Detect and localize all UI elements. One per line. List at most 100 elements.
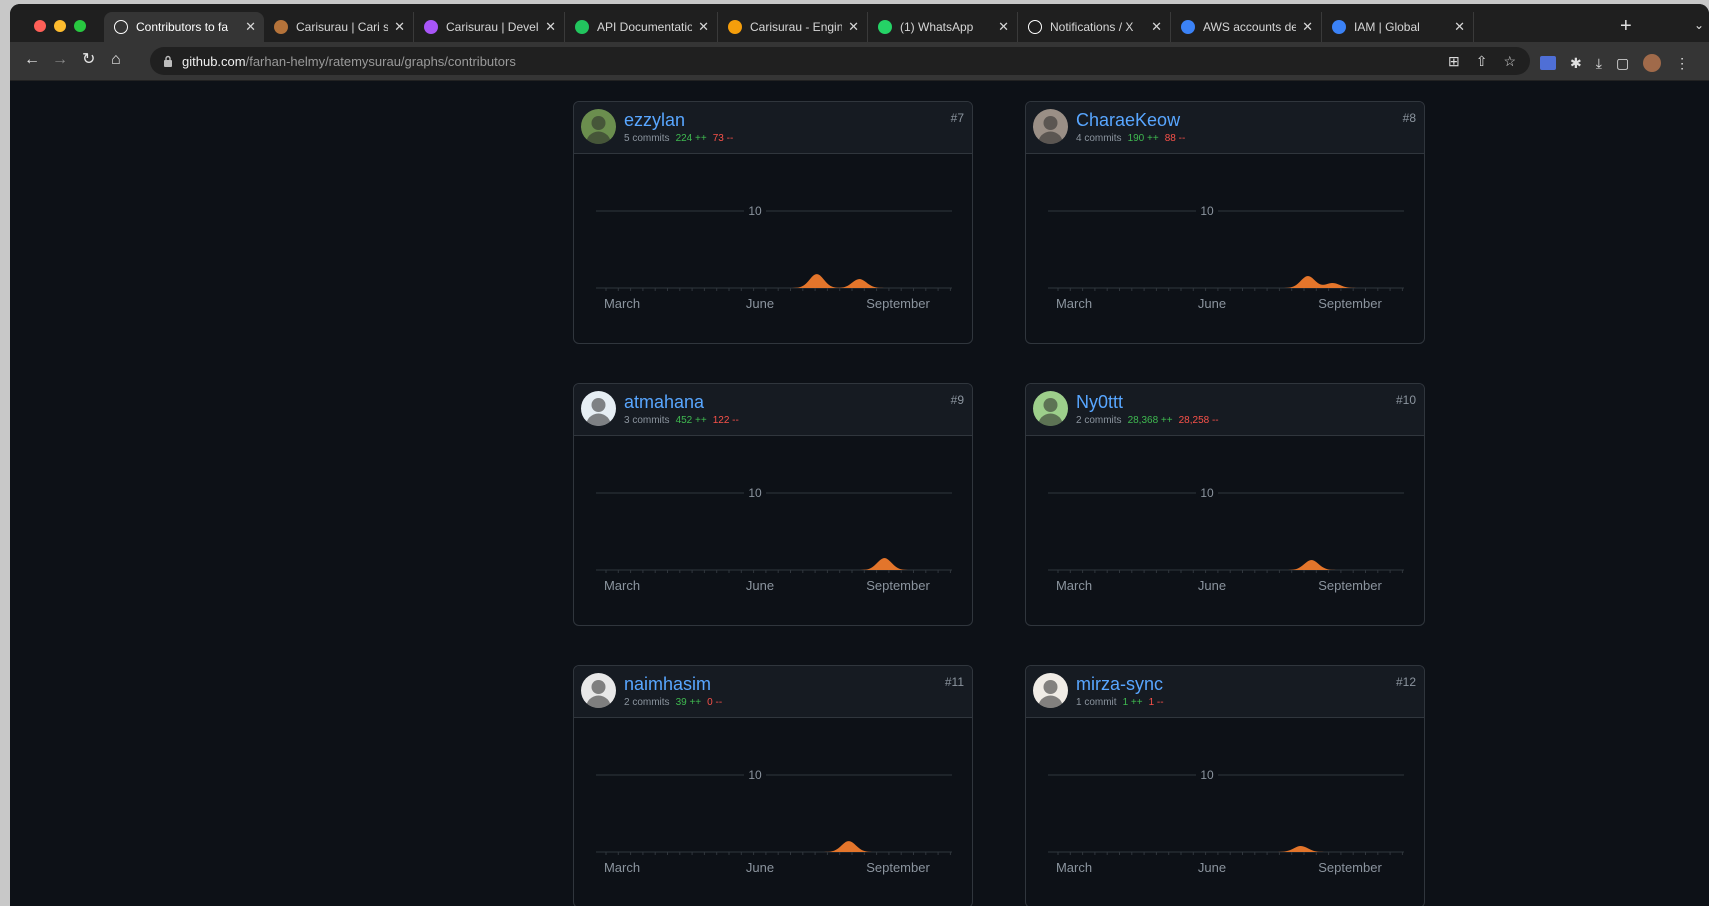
- tab-close-icon[interactable]: ✕: [698, 19, 709, 35]
- tab-title: AWS accounts de: [1203, 20, 1297, 34]
- contributor-username-link[interactable]: CharaeKeow: [1076, 110, 1180, 131]
- commit-activity-area: [1048, 276, 1404, 288]
- commit-count[interactable]: 2 commits: [624, 697, 670, 708]
- avatar[interactable]: [1033, 109, 1068, 144]
- x-axis-month-label: June: [746, 860, 774, 875]
- avatar[interactable]: [581, 109, 616, 144]
- side-panel-icon[interactable]: ▢: [1616, 55, 1629, 72]
- extensions-area: ✱ ⤓ ▢ ⋮: [1540, 54, 1689, 72]
- lock-icon: [162, 54, 174, 68]
- x-axis-month-label: March: [604, 860, 640, 875]
- avatar[interactable]: [581, 391, 616, 426]
- contributor-username-link[interactable]: naimhasim: [624, 674, 711, 695]
- deletions-count: 0 --: [707, 697, 723, 708]
- commit-count[interactable]: 2 commits: [1076, 415, 1122, 426]
- x-axis-month-label: March: [604, 578, 640, 593]
- commit-activity-area: [596, 274, 952, 288]
- tab-close-icon[interactable]: ✕: [1454, 19, 1465, 35]
- browser-tab[interactable]: IAM | Global ✕: [1322, 12, 1474, 42]
- contributor-username-link[interactable]: ezzylan: [624, 110, 685, 131]
- commit-activity-chart: 10 March June September: [596, 203, 952, 311]
- contributor-rank: #11: [944, 675, 964, 689]
- avatar[interactable]: [1033, 391, 1068, 426]
- x-axis-month-label: September: [1318, 860, 1382, 875]
- tab-title: Carisurau | Devel: [446, 20, 539, 34]
- install-app-icon[interactable]: ⊞: [1448, 53, 1460, 70]
- commit-count[interactable]: 1 commit: [1076, 697, 1117, 708]
- tab-close-icon[interactable]: ✕: [998, 19, 1009, 35]
- tab-close-icon[interactable]: ✕: [1151, 19, 1162, 35]
- deletions-count: 88 --: [1164, 133, 1186, 144]
- contributor-username-link[interactable]: Ny0ttt: [1076, 392, 1123, 413]
- browser-tab[interactable]: API Documentatio ✕: [565, 12, 718, 42]
- commit-activity-chart: 10 March June September: [596, 485, 952, 593]
- contributor-rank: #9: [950, 393, 964, 407]
- bookmark-star-icon[interactable]: ☆: [1503, 53, 1516, 70]
- browser-tab[interactable]: Contributors to fa ✕: [104, 12, 264, 42]
- contributor-rank: #7: [950, 111, 964, 125]
- contributor-card-header: ezzylan 5 commits 224 ++ 73 -- #7: [574, 102, 972, 154]
- zoom-window-button[interactable]: [74, 20, 86, 32]
- x-axis-month-label: September: [1318, 296, 1382, 311]
- avatar[interactable]: [581, 673, 616, 708]
- commit-activity-chart: 10 March June September: [1048, 485, 1404, 593]
- translate-extension-icon[interactable]: [1540, 56, 1556, 70]
- url-path: /farhan-helmy/ratemysurau/graphs/contrib…: [245, 53, 516, 69]
- tab-close-icon[interactable]: ✕: [848, 19, 859, 35]
- minimize-window-button[interactable]: [54, 20, 66, 32]
- commit-count[interactable]: 4 commits: [1076, 133, 1122, 144]
- forward-arrow-icon[interactable]: →: [52, 52, 68, 68]
- contributors-page: ezzylan 5 commits 224 ++ 73 -- #7 10 March June…: [10, 82, 1709, 906]
- share-icon[interactable]: ⇧: [1476, 53, 1488, 70]
- commit-count[interactable]: 3 commits: [624, 415, 670, 426]
- address-bar[interactable]: github.com/farhan-helmy/ratemysurau/grap…: [150, 47, 1530, 75]
- kebab-menu-icon[interactable]: ⋮: [1675, 55, 1689, 72]
- profile-avatar-icon[interactable]: [1643, 54, 1662, 72]
- close-window-button[interactable]: [34, 20, 46, 32]
- home-icon[interactable]: ⌂: [111, 52, 121, 68]
- contributor-card: mirza-sync 1 commit 1 ++ 1 -- #12 10 March June…: [1025, 665, 1425, 906]
- browser-tab[interactable]: Carisurau - Engin ✕: [718, 12, 868, 42]
- browser-tab[interactable]: AWS accounts de ✕: [1171, 12, 1322, 42]
- x-axis-month-label: September: [866, 296, 930, 311]
- x-axis-month-label: March: [1056, 860, 1092, 875]
- contributor-card-header: atmahana 3 commits 452 ++ 122 -- #9: [574, 384, 972, 436]
- avatar[interactable]: [1033, 673, 1068, 708]
- new-tab-button[interactable]: +: [1620, 16, 1632, 36]
- browser-tab[interactable]: Notifications / X ✕: [1018, 12, 1171, 42]
- contributor-username-link[interactable]: atmahana: [624, 392, 704, 413]
- omnibox-actions: ⊞ ⇧ ☆: [1448, 53, 1516, 70]
- tab-close-icon[interactable]: ✕: [1302, 19, 1313, 35]
- contributor-stats: 2 commits 39 ++ 0 --: [624, 697, 722, 708]
- download-icon[interactable]: ⤓: [1596, 55, 1602, 72]
- browser-tab[interactable]: Carisurau | Cari s ✕: [264, 12, 414, 42]
- contributor-username-link[interactable]: mirza-sync: [1076, 674, 1163, 695]
- tab-search-chevron-icon[interactable]: ⌄: [1694, 18, 1704, 32]
- cloud-icon: [1181, 20, 1195, 34]
- tab-close-icon[interactable]: ✕: [394, 19, 405, 35]
- puzzle-extensions-icon[interactable]: ✱: [1570, 55, 1582, 72]
- browser-tab[interactable]: (1) WhatsApp ✕: [868, 12, 1018, 42]
- tab-title: API Documentatio: [597, 20, 693, 34]
- back-arrow-icon[interactable]: ←: [24, 52, 40, 68]
- commit-count[interactable]: 5 commits: [624, 133, 670, 144]
- tab-close-icon[interactable]: ✕: [245, 19, 256, 35]
- vite-icon: [424, 20, 438, 34]
- contributor-card: CharaeKeow 4 commits 190 ++ 88 -- #8 10 March J…: [1025, 101, 1425, 344]
- contributor-rank: #10: [1395, 393, 1416, 407]
- commit-activity-area: [596, 558, 952, 570]
- x-axis-month-label: June: [746, 578, 774, 593]
- contributor-stats: 5 commits 224 ++ 73 --: [624, 133, 733, 144]
- tab-title: Contributors to fa: [136, 20, 229, 34]
- tab-close-icon[interactable]: ✕: [545, 19, 556, 35]
- tab-title: (1) WhatsApp: [900, 20, 974, 34]
- contributor-stats: 4 commits 190 ++ 88 --: [1076, 133, 1185, 144]
- additions-count: 190 ++: [1127, 133, 1159, 144]
- carisurau-icon: [274, 20, 288, 34]
- gridline-label: 10: [1200, 486, 1214, 500]
- x-axis-month-label: June: [746, 296, 774, 311]
- browser-tab[interactable]: Carisurau | Devel ✕: [414, 12, 565, 42]
- x-axis-month-label: June: [1198, 578, 1226, 593]
- reload-icon[interactable]: ↻: [82, 52, 95, 68]
- whatsapp-icon: [878, 20, 892, 34]
